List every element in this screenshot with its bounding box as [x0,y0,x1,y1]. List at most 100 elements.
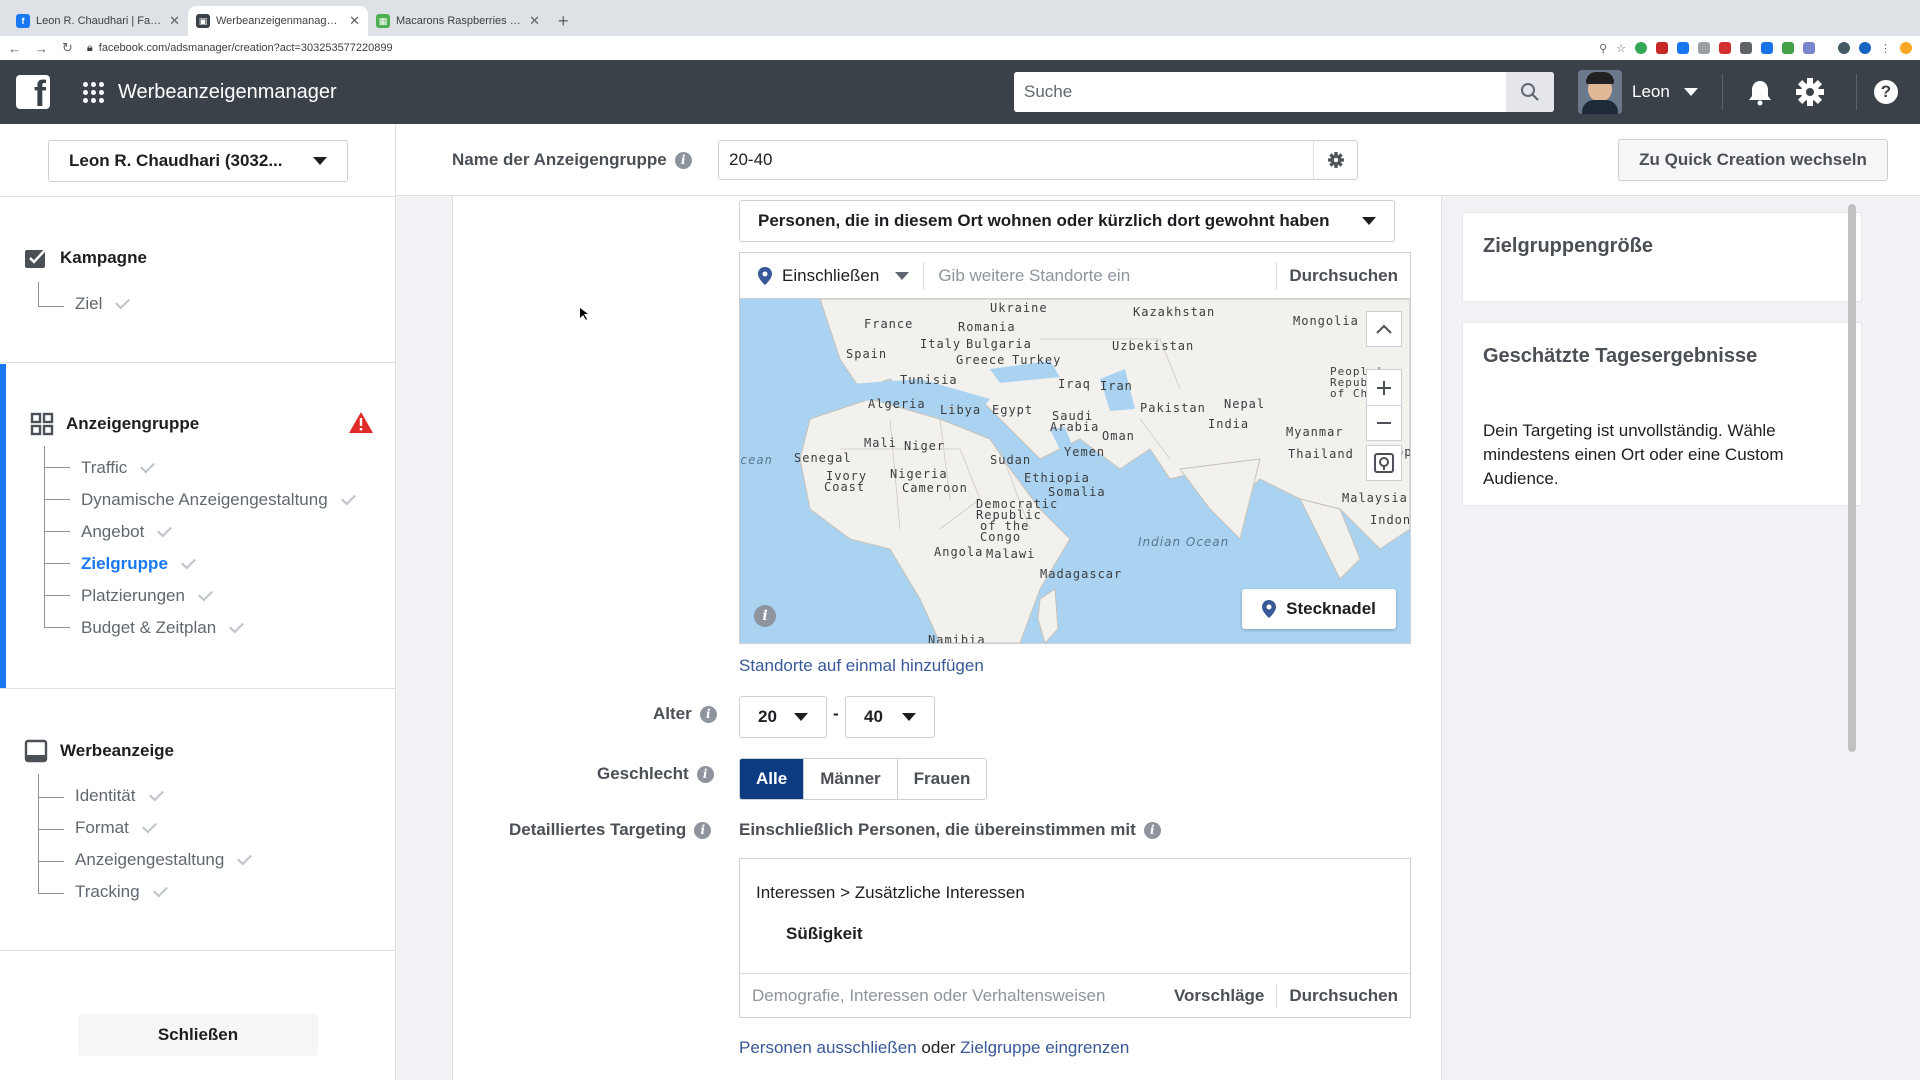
check-icon [148,786,164,802]
sidebar-item-label: Zielgruppe [81,554,168,573]
info-icon[interactable]: i [699,705,717,723]
gender-option-all[interactable]: Alle [740,759,805,799]
extension-icon[interactable] [1740,42,1752,54]
extension-icon[interactable] [1677,42,1689,54]
bulk-add-locations-link[interactable]: Standorte auf einmal hinzufügen [739,656,984,676]
chevron-down-icon [1362,217,1376,225]
url-field[interactable]: 🔒︎ facebook.com/adsmanager/creation?act=… [87,42,1585,55]
app-grid-icon[interactable] [83,81,104,103]
sidebar-item-format[interactable]: Format [75,818,157,838]
gender-option-women[interactable]: Frauen [897,759,987,799]
interest-tag[interactable]: Süßigkeit [786,924,863,944]
map-label: Iraq [1058,377,1091,391]
extension-icon[interactable] [1838,42,1850,54]
exclude-people-link[interactable]: Personen ausschließen [739,1038,917,1057]
label-text: Name der Anzeigengruppe [452,150,667,169]
extension-icon[interactable] [1803,42,1815,54]
tab-close-icon[interactable]: ✕ [529,13,540,29]
sidebar-item-placements[interactable]: Platzierungen [81,586,213,606]
map-label: Tunisia [900,373,958,387]
user-menu[interactable]: Leon [1578,70,1698,114]
extension-icon[interactable] [1698,42,1710,54]
extension-icon[interactable] [1719,42,1731,54]
name-settings-button[interactable] [1313,141,1357,179]
sidebar-item-tracking[interactable]: Tracking [75,882,168,902]
or-text: oder [921,1038,956,1057]
locate-button[interactable] [1366,445,1402,481]
suggestions-button[interactable]: Vorschläge [1162,984,1276,1008]
info-icon[interactable]: i [694,821,712,839]
reload-icon[interactable]: ↻ [62,40,73,56]
location-input[interactable] [924,265,1277,286]
star-icon[interactable]: ☆ [1616,42,1626,55]
extension-icon[interactable] [1761,42,1773,54]
map-label: Namibia [928,633,986,643]
audience-section: Personen, die in diesem Ort wohnen oder … [452,196,1442,1080]
extension-icon[interactable] [1656,42,1668,54]
sidebar-item-offer[interactable]: Angebot [81,522,173,542]
sidebar-section-campaign[interactable]: Kampagne [24,247,147,269]
tab-close-icon[interactable]: ✕ [349,13,360,29]
tab-close-icon[interactable]: ✕ [169,13,180,29]
browser-tab-macarons[interactable]: ▦ Macarons Raspberries Pastries ✕ [368,6,548,36]
gender-option-men[interactable]: Männer [804,759,898,799]
include-exclude-dropdown[interactable]: Einschließen [740,261,925,290]
gear-icon[interactable] [1794,76,1826,108]
extension-icon[interactable] [1782,42,1794,54]
adset-name-input[interactable] [719,141,1313,179]
dropdown-value: 40 [864,707,883,726]
menu-dots-icon[interactable]: ⋮ [1880,42,1891,55]
extension-icon[interactable] [1859,42,1871,54]
sidebar-item-ziel[interactable]: Ziel [75,294,131,314]
browse-targeting-button[interactable]: Durchsuchen [1276,983,1410,1008]
search-button[interactable] [1506,72,1554,112]
right-panel-scrollbar[interactable] [1848,204,1856,752]
zoom-in-button[interactable] [1366,369,1402,405]
quick-creation-button[interactable]: Zu Quick Creation wechseln [1618,139,1888,181]
sidebar-item-dynamic-creative[interactable]: Dynamische Anzeigengestaltung [81,490,356,510]
age-max-dropdown[interactable]: 40 [845,696,935,738]
section-title: Kampagne [60,248,147,267]
account-selector[interactable]: Leon R. Chaudhari (3032... [48,140,348,182]
browse-locations-button[interactable]: Durchsuchen [1276,261,1410,290]
drop-pin-button[interactable]: Stecknadel [1242,589,1396,629]
browser-tab-adsmanager[interactable]: ▣ Werbeanzeigenmanager - Creation ✕ [188,6,368,36]
narrow-audience-link[interactable]: Zielgruppe eingrenzen [960,1038,1129,1057]
extension-icon[interactable] [1635,42,1647,54]
info-icon[interactable]: i [696,765,714,783]
info-icon[interactable]: i [674,151,692,169]
targeting-input[interactable] [740,985,1162,1006]
check-icon [198,586,213,602]
zoom-icon[interactable]: ⚲ [1599,42,1607,55]
bell-icon[interactable] [1746,78,1774,106]
map-label: Senegal [794,451,852,465]
map-label: Indian Ocean [1138,535,1230,549]
browser-tab-facebook[interactable]: f Leon R. Chaudhari | Facebook ✕ [8,6,188,36]
help-icon[interactable]: ? [1874,80,1898,104]
sidebar-item-creative[interactable]: Anzeigengestaltung [75,850,253,870]
map-collapse-button[interactable] [1366,311,1402,347]
sidebar-section-adset[interactable]: Anzeigengruppe [30,412,199,436]
facebook-logo-icon[interactable]: f [16,75,50,109]
location-type-dropdown[interactable]: Personen, die in diesem Ort wohnen oder … [739,200,1395,242]
sidebar-item-audience[interactable]: Zielgruppe [81,554,196,574]
search-input[interactable] [1014,72,1506,112]
sidebar-item-traffic[interactable]: Traffic [81,458,156,478]
sidebar-item-identity[interactable]: Identität [75,786,164,806]
location-map[interactable]: Ukraine Kazakhstan Mongolia France Roman… [740,299,1410,643]
close-button[interactable]: Schließen [78,1014,318,1056]
app-title[interactable]: Werbeanzeigenmanager [118,81,337,104]
age-min-dropdown[interactable]: 20 [739,696,827,738]
map-label: Yemen [1064,445,1106,459]
sidebar-section-ad[interactable]: Werbeanzeige [24,739,174,763]
info-icon[interactable]: i [1143,821,1161,839]
new-tab-button[interactable]: + [548,6,579,36]
sidebar-item-budget[interactable]: Budget & Zeitplan [81,618,245,638]
map-info-icon[interactable]: i [754,605,776,627]
target-location-icon [1374,453,1394,473]
chevron-down-icon [895,271,910,280]
back-icon[interactable]: ← [8,41,21,56]
zoom-out-button[interactable] [1366,405,1402,441]
profile-icon[interactable] [1900,42,1912,54]
forward-icon[interactable]: → [35,41,48,56]
